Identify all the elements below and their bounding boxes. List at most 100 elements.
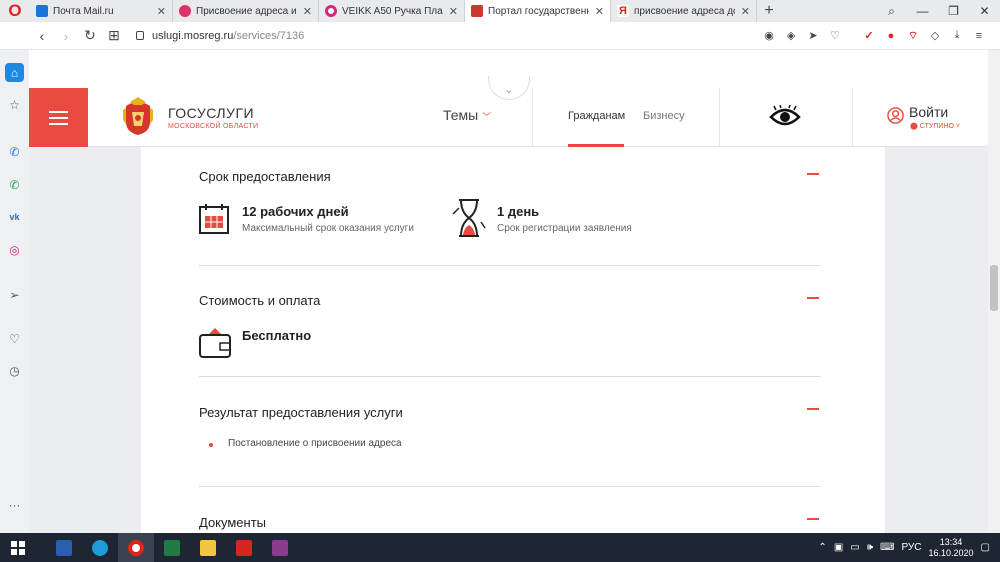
word-app-icon[interactable] — [46, 533, 82, 562]
tray-expand-icon[interactable]: ⌃ — [818, 542, 826, 553]
location-selector[interactable]: ⬤ СТУПИНО ˅ — [910, 122, 960, 130]
clock[interactable]: 13:34 16.10.2020 — [929, 537, 974, 559]
menu-icon[interactable]: ≡ — [970, 30, 988, 42]
close-window-button[interactable]: ✕ — [969, 4, 1000, 18]
language-indicator[interactable]: РУС — [901, 542, 921, 553]
notifications-icon[interactable]: ▢ — [981, 542, 990, 553]
volume-icon[interactable]: 🕪 — [867, 542, 873, 553]
url-path: /services/7136 — [233, 29, 305, 42]
new-tab-button[interactable]: + — [757, 0, 781, 22]
explorer-app-icon[interactable] — [190, 533, 226, 562]
close-tab-icon[interactable]: ✕ — [741, 5, 750, 18]
more-icon[interactable]: ··· — [5, 495, 24, 514]
section-divider — [199, 486, 821, 487]
heart-icon[interactable]: ♡ — [5, 329, 24, 348]
page-scrollbar[interactable] — [988, 50, 1000, 533]
tab-veikk[interactable]: VEIKK A50 Ручка Планшет ✕ — [319, 0, 465, 22]
hamburger-menu-button[interactable] — [29, 88, 88, 147]
download-icon[interactable]: ⤓ — [948, 29, 966, 42]
tray-app-icon[interactable]: ▣ — [834, 542, 843, 553]
tab-yandex-search[interactable]: Я присвоение адреса дому ✕ — [611, 0, 757, 22]
close-tab-icon[interactable]: ✕ — [449, 5, 458, 18]
tab-address-assignment[interactable]: Присвоение адреса и пр ✕ — [173, 0, 319, 22]
lock-icon — [136, 31, 144, 40]
search-tabs-icon[interactable]: ⌕ — [876, 4, 907, 19]
tab-gosuslugi[interactable]: Портал государственных ✕ — [465, 0, 611, 22]
vk-icon[interactable]: vk — [5, 207, 24, 226]
opera-menu-icon[interactable]: O — [0, 0, 30, 22]
extension-box-icon[interactable]: ◇ — [926, 29, 944, 42]
site-header: ГОСУСЛУГИ МОСКОВСКОЙ ОБЛАСТИ Темы ﹀ ⌄ Гра… — [29, 76, 988, 147]
tab-title: присвоение адреса дому — [634, 5, 735, 17]
tab-mail[interactable]: Почта Mail.ru ✕ — [30, 0, 173, 22]
close-tab-icon[interactable]: ✕ — [303, 5, 312, 18]
minimize-button[interactable]: — — [907, 4, 938, 18]
close-tab-icon[interactable]: ✕ — [157, 5, 166, 18]
extension-icon[interactable]: ● — [882, 30, 900, 42]
collapse-cost-button[interactable] — [807, 297, 819, 299]
maximize-button[interactable]: ❐ — [938, 4, 969, 18]
login-link[interactable]: Войти — [909, 104, 948, 120]
mail-icon — [36, 5, 48, 17]
cost-value: Бесплатно — [242, 328, 312, 343]
close-tab-icon[interactable]: ✕ — [595, 5, 604, 18]
windows-logo-icon — [11, 540, 25, 555]
messenger-icon[interactable]: ✆ — [5, 142, 24, 161]
chevron-down-icon: ˅ — [953, 123, 960, 130]
coat-of-arms-icon[interactable] — [122, 96, 154, 136]
winrar-app-icon[interactable] — [262, 533, 298, 562]
shop-icon — [325, 5, 337, 17]
star-icon[interactable]: ☆ — [5, 95, 24, 114]
wifi-extension-icon[interactable]: ⌔ — [904, 29, 922, 43]
opera-app-icon[interactable] — [118, 533, 154, 562]
instagram-icon[interactable]: ◎ — [5, 240, 24, 259]
extension-icon[interactable]: ✓ — [860, 29, 878, 42]
service-details: Срок предоставления 12 рабочих дней Макс… — [141, 147, 885, 533]
acrobat-app-icon[interactable] — [226, 533, 262, 562]
city-label: СТУПИНО — [919, 123, 954, 130]
keyboard-icon[interactable]: ⌨ — [880, 542, 894, 553]
header-divider — [532, 88, 533, 147]
tab-title: Почта Mail.ru — [53, 5, 114, 17]
collapse-result-button[interactable] — [807, 408, 819, 410]
windows-taskbar: ⌃ ▣ ▭ 🕪 ⌨ РУС 13:34 16.10.2020 ▢ — [0, 533, 1000, 562]
tab-title: Портал государственных — [488, 5, 589, 17]
collapse-term-button[interactable] — [807, 173, 819, 175]
term-max-caption: Максимальный срок оказания услуги — [242, 223, 414, 234]
history-icon[interactable]: ◷ — [5, 361, 24, 380]
section-divider — [199, 376, 821, 377]
site-icon — [179, 5, 191, 17]
send-icon[interactable]: ➤ — [804, 29, 822, 42]
browser-tab-bar: O Почта Mail.ru ✕ Присвоение адреса и пр… — [0, 0, 1000, 22]
edge-app-icon[interactable] — [82, 533, 118, 562]
tabs-grid-icon[interactable]: ⊞ — [102, 27, 126, 44]
start-button[interactable] — [0, 540, 36, 555]
section-title-cost[interactable]: Стоимость и оплата — [199, 293, 320, 308]
user-icon[interactable] — [887, 107, 904, 124]
collapse-header-button[interactable]: ⌄ — [488, 76, 530, 100]
cube-icon[interactable]: ◈ — [782, 29, 800, 42]
location-pin-icon: ⬤ — [910, 123, 920, 130]
heart-icon[interactable]: ♡ — [826, 29, 844, 42]
themes-dropdown[interactable]: Темы ﹀ — [443, 107, 491, 123]
camera-icon[interactable]: ◉ — [760, 29, 778, 42]
tab-business[interactable]: Бизнесу — [643, 110, 685, 122]
section-title-term[interactable]: Срок предоставления — [199, 169, 331, 184]
back-button[interactable]: ‹ — [30, 28, 54, 44]
accessibility-eye-icon[interactable] — [769, 105, 801, 129]
section-title-result[interactable]: Результат предоставления услуги — [199, 405, 403, 420]
brand-title[interactable]: ГОСУСЛУГИ — [168, 105, 254, 121]
gosuslugi-favicon — [471, 5, 483, 17]
url-field[interactable]: uslugi.mosreg.ru/services/7136 — [136, 30, 304, 42]
send-icon[interactable]: ➢ — [5, 285, 24, 304]
section-title-documents[interactable]: Документы — [199, 515, 266, 530]
scrollbar-thumb[interactable] — [990, 265, 998, 311]
whatsapp-icon[interactable]: ✆ — [5, 175, 24, 194]
network-icon[interactable]: ▭ — [850, 542, 859, 553]
home-icon[interactable]: ⌂ — [5, 63, 24, 82]
excel-app-icon[interactable] — [154, 533, 190, 562]
collapse-documents-button[interactable] — [807, 518, 819, 520]
tab-citizens[interactable]: Гражданам — [568, 110, 625, 122]
reload-button[interactable]: ↻ — [78, 27, 102, 44]
forward-button[interactable]: › — [54, 28, 78, 44]
